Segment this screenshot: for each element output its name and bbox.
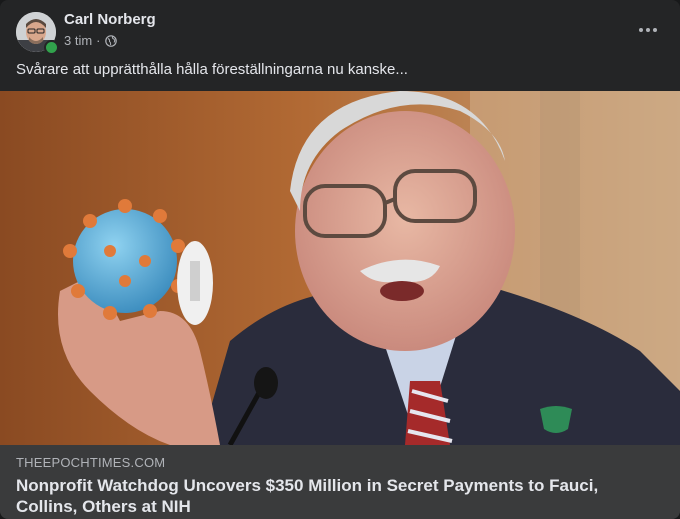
link-preview-image[interactable]	[0, 91, 680, 445]
link-domain: THEEPOCHTIMES.COM	[16, 455, 166, 470]
more-options-button[interactable]	[630, 12, 666, 48]
link-title[interactable]: Nonprofit Watchdog Uncovers $350 Million…	[16, 475, 646, 517]
post-text: Svårare att upprätthålla hålla föreställ…	[16, 61, 408, 78]
globe-icon[interactable]	[104, 34, 117, 47]
author-name[interactable]: Carl Norberg	[64, 11, 156, 28]
post-timestamp[interactable]: 3 tim	[64, 33, 92, 48]
post-meta: 3 tim ·	[64, 33, 117, 48]
post-card: Carl Norberg 3 tim · Svårare att upprätt…	[0, 0, 680, 519]
meta-separator: ·	[96, 33, 101, 48]
more-options-icon	[639, 28, 657, 32]
online-status-indicator	[44, 40, 59, 55]
post-header: Carl Norberg 3 tim ·	[0, 0, 680, 60]
photo-man-holding-virus-model	[0, 91, 680, 445]
link-preview-footer[interactable]: THEEPOCHTIMES.COM Nonprofit Watchdog Unc…	[0, 445, 680, 519]
